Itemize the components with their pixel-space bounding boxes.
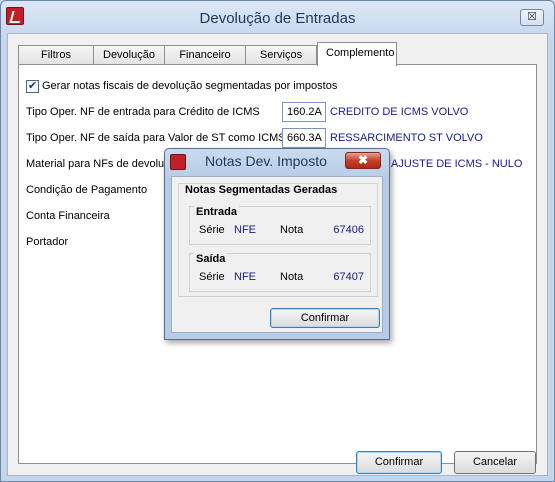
- confirmar-button[interactable]: Confirmar: [356, 451, 442, 474]
- saida-serie-value: NFE: [234, 271, 256, 283]
- entrada-serie-label: Série: [199, 224, 225, 236]
- dialog-title: Notas Dev. Imposto: [205, 153, 327, 169]
- material-label: Material para NFs de devoluç: [26, 158, 170, 170]
- saida-title: Saída: [194, 253, 228, 265]
- cancelar-button[interactable]: Cancelar: [454, 451, 536, 474]
- dialog-close-button[interactable]: ✖: [345, 152, 381, 169]
- window-title: Devolução de Entradas: [199, 10, 356, 27]
- saida-serie-label: Série: [199, 271, 225, 283]
- tab-filtros[interactable]: Filtros: [18, 45, 94, 65]
- tab-devolucao[interactable]: Devolução: [93, 45, 165, 65]
- saida-nota-value: 67407: [333, 271, 364, 283]
- title-bar[interactable]: Devolução de Entradas ☒: [1, 1, 554, 35]
- tipo-saida-code-field[interactable]: 660.3A: [282, 128, 326, 148]
- tipo-entrada-description: CREDITO DE ICMS VOLVO: [330, 106, 469, 118]
- condicao-pagamento-label: Condição de Pagamento: [26, 184, 148, 196]
- dialog-confirmar-button[interactable]: Confirmar: [270, 308, 380, 328]
- saida-group: Saída Série NFE Nota 67407: [189, 253, 371, 292]
- tipo-saida-description: RESSARCIMENTO ST VOLVO: [330, 132, 483, 144]
- segmentar-checkbox-label: Gerar notas fiscais de devolução segment…: [42, 80, 338, 92]
- notas-segmentadas-title: Notas Segmentadas Geradas: [183, 184, 340, 196]
- entrada-nota-label: Nota: [280, 224, 304, 236]
- tab-financeiro[interactable]: Financeiro: [164, 45, 246, 65]
- portador-label: Portador: [26, 236, 69, 248]
- window-close-button[interactable]: ☒: [520, 9, 544, 26]
- dialog-body: Notas Segmentadas Geradas Entrada Série …: [171, 176, 383, 333]
- entrada-title: Entrada: [194, 206, 239, 218]
- tipo-entrada-code-field[interactable]: 160.2A: [282, 102, 326, 122]
- conta-financeira-label: Conta Financeira: [26, 210, 110, 222]
- notas-dev-imposto-dialog: Notas Dev. Imposto ✖ Notas Segmentadas G…: [164, 148, 390, 340]
- material-description: AJUSTE DE ICMS - NULO: [391, 158, 523, 170]
- tipo-entrada-label: Tipo Oper. NF de entrada para Crédito de…: [26, 106, 260, 118]
- notas-segmentadas-group: Notas Segmentadas Geradas Entrada Série …: [178, 183, 378, 297]
- tab-servicos[interactable]: Serviços: [245, 45, 317, 65]
- segmentar-checkbox[interactable]: ✔: [26, 80, 39, 93]
- saida-nota-label: Nota: [280, 271, 304, 283]
- entrada-serie-value: NFE: [234, 224, 256, 236]
- entrada-group: Entrada Série NFE Nota 67406: [189, 206, 371, 245]
- entrada-nota-value: 67406: [333, 224, 364, 236]
- tipo-saida-label: Tipo Oper. NF de saída para Valor de ST …: [26, 132, 286, 144]
- tab-complemento[interactable]: Complemento: [317, 42, 397, 66]
- dialog-app-logo-icon: [170, 154, 186, 170]
